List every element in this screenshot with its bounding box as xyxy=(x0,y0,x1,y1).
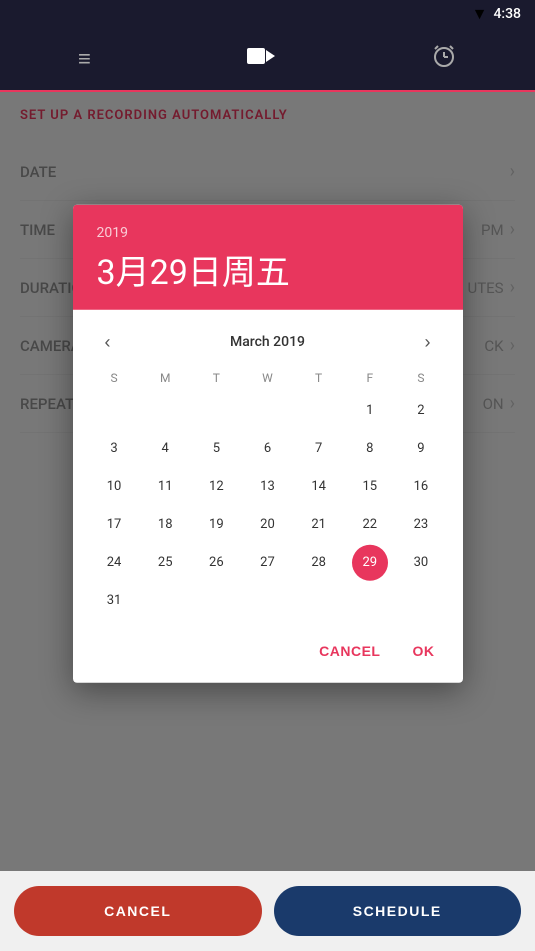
status-bar: ▼ 4:38 xyxy=(0,0,535,28)
calendar-day[interactable]: 7 xyxy=(301,430,337,466)
prev-month-button[interactable]: ‹ xyxy=(97,327,119,356)
schedule-button[interactable]: SCHEDULE xyxy=(274,886,522,936)
calendar-day[interactable]: 4 xyxy=(147,430,183,466)
calendar-day xyxy=(249,582,285,618)
calendar-year: 2019 xyxy=(97,224,439,240)
weekday-3: W xyxy=(242,366,293,388)
calendar-day[interactable]: 16 xyxy=(403,468,439,504)
calendar-days: 1234567891011121314151617181920212223242… xyxy=(89,392,447,618)
calendar-day[interactable]: 29 xyxy=(352,544,388,580)
calendar-day[interactable]: 9 xyxy=(403,430,439,466)
calendar-header: 2019 3月29日周五 xyxy=(73,204,463,309)
calendar-day[interactable]: 24 xyxy=(96,544,132,580)
calendar-day[interactable]: 20 xyxy=(249,506,285,542)
calendar-day[interactable]: 6 xyxy=(249,430,285,466)
calendar-day xyxy=(301,582,337,618)
calendar-grid: S M T W T F S 12345678910111213141516171… xyxy=(89,366,447,618)
weekday-0: S xyxy=(89,366,140,388)
menu-icon[interactable]: ≡ xyxy=(78,46,91,72)
calendar-day[interactable]: 12 xyxy=(198,468,234,504)
wifi-icon: ▼ xyxy=(472,4,488,24)
weekday-2: T xyxy=(191,366,242,388)
calendar-actions: CANCEL OK xyxy=(73,626,463,682)
bottom-bar: CANCEL SCHEDULE xyxy=(0,871,535,951)
calendar-day xyxy=(301,392,337,428)
calendar-day[interactable]: 30 xyxy=(403,544,439,580)
weekday-4: T xyxy=(293,366,344,388)
calendar-day xyxy=(352,582,388,618)
calendar-day[interactable]: 1 xyxy=(352,392,388,428)
calendar-day[interactable]: 11 xyxy=(147,468,183,504)
calendar-day xyxy=(198,582,234,618)
calendar-day[interactable]: 25 xyxy=(147,544,183,580)
weekday-6: S xyxy=(395,366,446,388)
calendar-day[interactable]: 15 xyxy=(352,468,388,504)
top-nav: ≡ xyxy=(0,28,535,92)
calendar-day[interactable]: 5 xyxy=(198,430,234,466)
calendar-day[interactable]: 31 xyxy=(96,582,132,618)
calendar-day xyxy=(249,392,285,428)
calendar-day xyxy=(403,582,439,618)
next-month-button[interactable]: › xyxy=(416,327,438,356)
calendar-day[interactable]: 14 xyxy=(301,468,337,504)
calendar-day[interactable]: 21 xyxy=(301,506,337,542)
calendar-weekdays: S M T W T F S xyxy=(89,366,447,388)
calendar-month-nav: ‹ March 2019 › xyxy=(89,317,447,366)
calendar-day[interactable]: 18 xyxy=(147,506,183,542)
main-cancel-button[interactable]: CANCEL xyxy=(14,886,262,936)
main-content: SET UP A RECORDING AUTOMATICALLY DATE › … xyxy=(0,92,535,871)
calendar-day[interactable]: 8 xyxy=(352,430,388,466)
calendar-day[interactable]: 17 xyxy=(96,506,132,542)
calendar-ok-button[interactable]: OK xyxy=(401,634,447,666)
calendar-day[interactable]: 28 xyxy=(301,544,337,580)
calendar-cancel-button[interactable]: CANCEL xyxy=(307,634,392,666)
calendar-day[interactable]: 27 xyxy=(249,544,285,580)
calendar-day[interactable]: 26 xyxy=(198,544,234,580)
status-time: 4:38 xyxy=(493,6,521,22)
calendar-body: ‹ March 2019 › S M T W T F S 12345678910… xyxy=(73,309,463,626)
calendar-day[interactable]: 22 xyxy=(352,506,388,542)
weekday-1: M xyxy=(140,366,191,388)
calendar-day xyxy=(147,582,183,618)
calendar-day xyxy=(147,392,183,428)
calendar-day[interactable]: 3 xyxy=(96,430,132,466)
video-icon[interactable] xyxy=(247,46,275,72)
calendar-day[interactable]: 19 xyxy=(198,506,234,542)
calendar-day xyxy=(96,392,132,428)
calendar-month-label: March 2019 xyxy=(230,334,305,350)
alarm-icon[interactable] xyxy=(431,43,457,75)
calendar-day[interactable]: 10 xyxy=(96,468,132,504)
calendar-day xyxy=(198,392,234,428)
weekday-5: F xyxy=(344,366,395,388)
calendar-date-title: 3月29日周五 xyxy=(97,244,439,293)
calendar-day[interactable]: 2 xyxy=(403,392,439,428)
calendar-dialog: 2019 3月29日周五 ‹ March 2019 › S M T W T F … xyxy=(73,204,463,682)
calendar-day[interactable]: 23 xyxy=(403,506,439,542)
calendar-day[interactable]: 13 xyxy=(249,468,285,504)
